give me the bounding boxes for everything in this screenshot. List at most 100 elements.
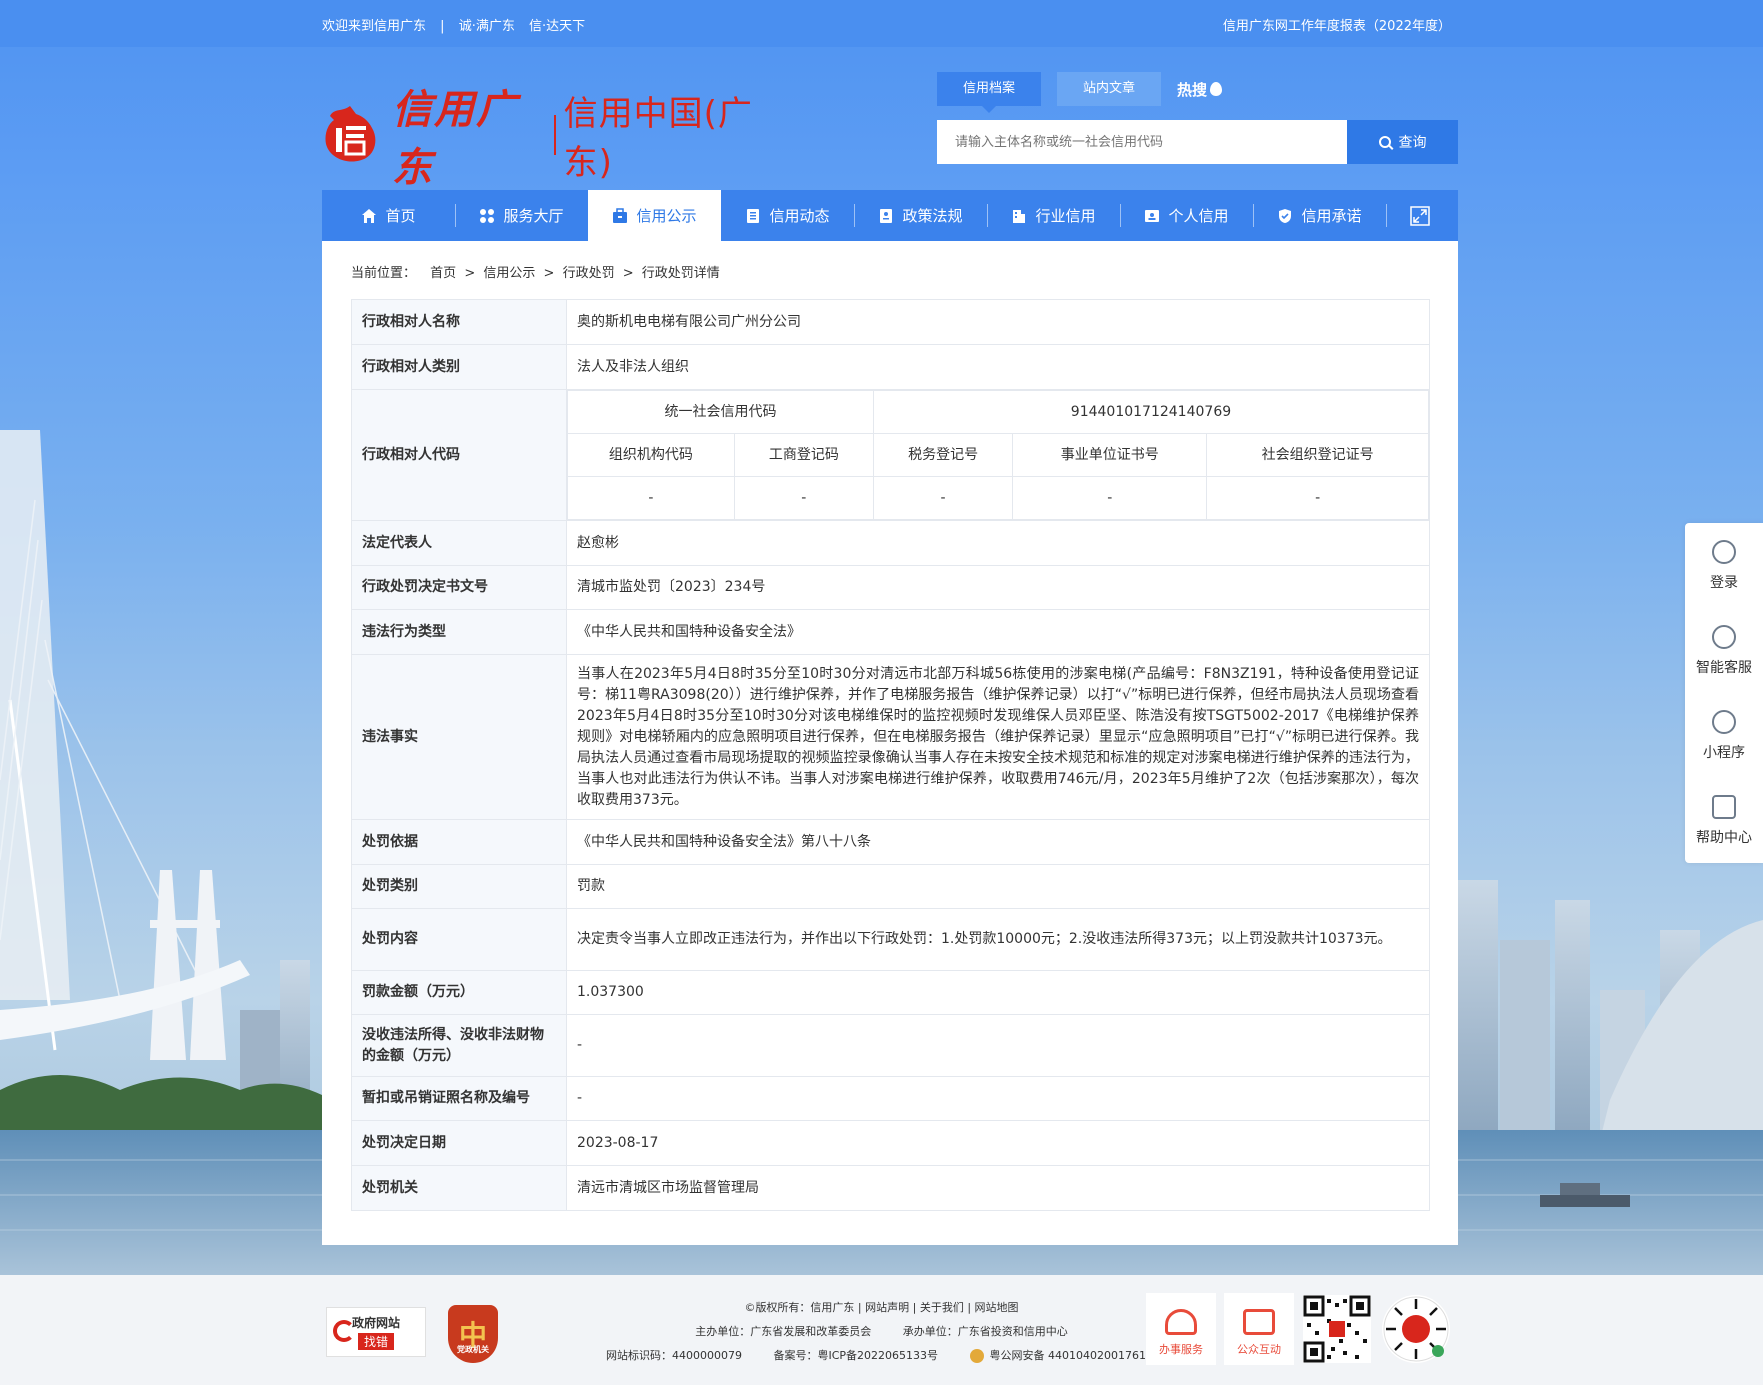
side-login-label: 登录 [1710, 574, 1738, 591]
footer-sitemap-link[interactable]: 网站地图 [975, 1301, 1019, 1314]
footer-about-link[interactable]: 关于我们 [920, 1301, 964, 1314]
footer-copyright: ©版权所有：信用广东 [744, 1301, 855, 1314]
nav-label: 信用动态 [769, 207, 830, 225]
nav-item-credit-publicity[interactable]: 信用公示 [588, 190, 721, 241]
nav-label: 信用承诺 [1301, 207, 1362, 225]
field-facts-label: 违法事实 [351, 654, 567, 820]
footer-icp[interactable]: 备案号：粤ICP备2022065133号 [773, 1349, 938, 1362]
nav-item-service-hall[interactable]: 服务大厅 [455, 190, 588, 241]
miniapp-code-icon [1382, 1295, 1450, 1363]
search-button[interactable]: 查询 [1347, 120, 1458, 164]
field-fine-label: 罚款金额（万元） [351, 970, 567, 1015]
hot-search-label: 热搜 [1177, 80, 1208, 99]
nav-item-home[interactable]: 首页 [322, 190, 455, 241]
biz-code-label: 工商登记码 [733, 433, 874, 477]
uscc-label: 统一社会信用代码 [567, 390, 874, 434]
side-miniapp-button[interactable]: 小程序 [1685, 693, 1763, 778]
biz-code-value: - [733, 476, 874, 520]
logo-separator [553, 115, 556, 155]
qr-code-icon [1303, 1295, 1371, 1363]
field-authority-label: 处罚机关 [351, 1165, 567, 1211]
soc-code-label: 社会组织登记证号 [1206, 433, 1429, 477]
side-service-button[interactable]: 智能客服 [1685, 608, 1763, 693]
divider: | [440, 19, 445, 34]
home-icon [362, 208, 377, 223]
nav-label: 服务大厅 [503, 207, 564, 225]
main-content: 当前位置： 首页 > 信用公示 > 行政处罚 > 行政处罚详情 行政相对人名称 … [322, 241, 1458, 1245]
field-basis-label: 处罚依据 [351, 819, 567, 865]
service-label: 办事服务 [1159, 1343, 1203, 1356]
footer-registration: 网站标识码：4400000079 备案号：粤ICP备2022065133号 粤公… [0, 1347, 1763, 1363]
field-confisc-label: 没收违法所得、没收非法财物的金额（万元） [351, 1014, 567, 1077]
breadcrumb-sep: > [464, 266, 476, 281]
breadcrumb-sep: > [543, 266, 555, 281]
nav-item-personal-credit[interactable]: 个人信用 [1120, 190, 1253, 241]
uscc-value: 914401017124140769 [872, 390, 1430, 434]
slogan-1: 诚·满广东 [458, 19, 515, 34]
field-confisc-value: - [566, 1014, 1430, 1077]
tax-code-label: 税务登记号 [872, 433, 1014, 477]
nav-item-policy[interactable]: 政策法规 [854, 190, 987, 241]
welcome-text: 欢迎来到信用广东 [322, 19, 427, 34]
field-license-value: - [566, 1076, 1430, 1121]
side-help-button[interactable]: 帮助中心 [1685, 778, 1763, 863]
code-subtable: 统一社会信用代码 914401017124140769 组织机构代码 工商登记码… [567, 390, 1430, 520]
nav-item-industry-credit[interactable]: 行业信用 [987, 190, 1120, 241]
annual-report-link[interactable]: 信用广东网工作年度报表（2022年度） [1223, 15, 1451, 34]
field-rep-value: 赵愈彬 [566, 520, 1430, 566]
public-interaction-button[interactable]: 公众互动 [1224, 1293, 1294, 1365]
search-icon [1378, 136, 1391, 148]
field-fine-value: 1.037300 [566, 970, 1430, 1015]
field-vtype-label: 违法行为类型 [351, 609, 567, 655]
side-login-button[interactable]: 登录 [1685, 523, 1763, 608]
footer-site-id: 网站标识码：4400000079 [605, 1349, 742, 1362]
field-name-label: 行政相对人名称 [351, 299, 567, 345]
headset-icon [1712, 624, 1736, 649]
shield-check-icon [1279, 208, 1292, 223]
tab-credit-archive[interactable]: 信用档案 [937, 72, 1042, 113]
tax-code-value: - [872, 476, 1014, 520]
nav-item-credit-promise[interactable]: 信用承诺 [1253, 190, 1386, 241]
id-card-icon [1145, 209, 1160, 222]
field-name-value: 奥的斯机电电梯有限公司广州分公司 [566, 299, 1430, 345]
field-date-value: 2023-08-17 [566, 1120, 1430, 1166]
footer-links: ©版权所有：信用广东 | 网站声明 | 关于我们 | 网站地图 [744, 1301, 1019, 1314]
nav-label: 行业信用 [1035, 207, 1096, 225]
police-badge-icon [969, 1349, 984, 1363]
book-icon [880, 208, 893, 223]
search-button-label: 查询 [1398, 135, 1427, 151]
nav-expand-button[interactable] [1386, 190, 1453, 241]
field-vtype-value: 《中华人民共和国特种设备安全法》 [566, 609, 1430, 655]
search-box [937, 120, 1347, 164]
grid-icon [480, 208, 495, 223]
nav-label: 信用公示 [636, 207, 697, 225]
field-authority-value: 清远市清城区市场监督管理局 [566, 1165, 1430, 1211]
side-panel: 登录 智能客服 小程序 帮助中心 [1685, 523, 1763, 863]
search-input[interactable] [937, 120, 1347, 164]
footer-statement-link[interactable]: 网站声明 [865, 1301, 909, 1314]
hot-search[interactable]: 热搜 [1177, 79, 1223, 100]
main-nav: 首页 服务大厅 信用公示 信用动态 政策法规 行业信用 个人信用 信用承诺 [322, 190, 1458, 241]
tab-site-articles[interactable]: 站内文章 [1057, 72, 1162, 106]
field-rep-label: 法定代表人 [351, 520, 567, 566]
service-button[interactable]: 办事服务 [1146, 1293, 1216, 1365]
expand-icon [1409, 205, 1430, 226]
field-doc-label: 行政处罚决定书文号 [351, 565, 567, 610]
penalty-detail-table: 行政相对人名称 奥的斯机电电梯有限公司广州分公司 行政相对人类别 法人及非法人组… [351, 299, 1430, 1211]
site-logo[interactable]: 信用广东 信用中国(广东) [322, 86, 782, 191]
nav-label: 政策法规 [902, 207, 963, 225]
nav-item-credit-news[interactable]: 信用动态 [721, 190, 854, 241]
headset-icon [1165, 1309, 1197, 1335]
breadcrumb-penalty[interactable]: 行政处罚 [563, 266, 615, 281]
inst-code-value: - [1012, 476, 1208, 520]
inst-code-label: 事业单位证书号 [1012, 433, 1208, 477]
field-facts-value: 当事人在2023年5月4日8时35分至10时30分对清远市北部万科城56栋使用的… [566, 654, 1430, 820]
flame-icon [1210, 82, 1223, 96]
document-icon [747, 208, 760, 223]
breadcrumb-home[interactable]: 首页 [430, 266, 456, 281]
field-content-value: 决定责令当事人立即改正违法行为，并作出以下行政处罚：1.处罚款10000元；2.… [566, 908, 1430, 971]
footer-police-reg[interactable]: 粤公网安备 44010402001761号 [969, 1349, 1157, 1363]
logo-brand: 信用广东 [392, 86, 518, 191]
org-code-label: 组织机构代码 [567, 433, 735, 477]
breadcrumb-publicity[interactable]: 信用公示 [483, 266, 535, 281]
